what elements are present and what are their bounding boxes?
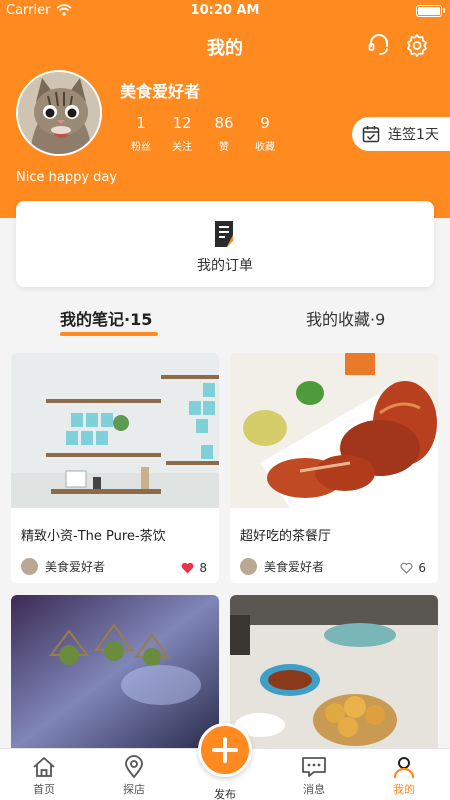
- message-icon: [302, 757, 326, 777]
- bio-text: Nice happy day: [16, 170, 118, 185]
- author-avatar: [21, 558, 38, 575]
- publish-button[interactable]: [198, 723, 252, 777]
- tab-messages[interactable]: 消息: [284, 755, 344, 797]
- tab-mine[interactable]: 我的: [374, 755, 434, 797]
- note-title: 精致小资-The Pure-茶饮: [21, 529, 166, 544]
- stat-followers[interactable]: 1 粉丝: [119, 114, 163, 153]
- tab-explore-label: 探店: [123, 783, 145, 796]
- tab-my-notes[interactable]: 我的笔记·15: [60, 306, 152, 330]
- author-name: 美食爱好者: [45, 560, 106, 574]
- order-document-icon: [215, 221, 233, 247]
- note-card[interactable]: 超好吃的茶餐厅 美食爱好者 6: [230, 353, 438, 583]
- username: 美食爱好者: [120, 82, 201, 101]
- stat-likes[interactable]: 86 赞: [202, 114, 246, 153]
- note-cover-image: [11, 595, 219, 750]
- note-cover-image: [11, 353, 219, 508]
- like-count: 6: [418, 561, 426, 575]
- my-orders-label: 我的订单: [197, 258, 253, 274]
- home-icon: [33, 757, 55, 777]
- like-button[interactable]: 6: [400, 561, 426, 575]
- settings-icon[interactable]: [404, 32, 430, 58]
- stat-label: 收藏: [255, 142, 275, 153]
- stat-value: 86: [214, 114, 234, 132]
- heart-icon: [181, 562, 194, 574]
- clock: 10:20 AM: [190, 3, 260, 18]
- stat-favorites[interactable]: 9 收藏: [243, 114, 287, 153]
- tab-messages-label: 消息: [303, 783, 325, 796]
- user-icon: [393, 757, 415, 779]
- plus-icon: [212, 737, 238, 763]
- tab-home[interactable]: 首页: [14, 755, 74, 797]
- tab-mine-label: 我的: [393, 783, 415, 796]
- status-bar: Carrier 10:20 AM: [0, 0, 450, 22]
- battery-icon: [416, 5, 442, 17]
- tab-my-favorites[interactable]: 我的收藏·9: [306, 306, 385, 330]
- stat-label: 粉丝: [131, 142, 151, 153]
- note-card[interactable]: [11, 595, 219, 755]
- like-count: 8: [199, 561, 207, 575]
- note-card[interactable]: 精致小资-The Pure-茶饮 美食爱好者 8: [11, 353, 219, 583]
- tab-explore[interactable]: 探店: [104, 755, 164, 797]
- note-cover-image: [230, 353, 438, 508]
- tab-home-label: 首页: [33, 783, 55, 796]
- stat-label: 关注: [172, 142, 192, 153]
- note-title: 超好吃的茶餐厅: [240, 529, 332, 544]
- stat-value: 12: [172, 114, 192, 132]
- stat-value: 9: [260, 114, 270, 132]
- battery-tip: [443, 8, 445, 13]
- profile-header: 我的 美食爱好者 1 粉丝 12 关注 86 赞 9 收藏 连签1天 Nice …: [0, 22, 450, 218]
- publish-label: 发布: [214, 788, 236, 800]
- location-pin-icon: [125, 755, 143, 779]
- note-cover-image: [230, 595, 438, 750]
- note-card[interactable]: [230, 595, 438, 755]
- calendar-check-icon: [362, 126, 380, 143]
- note-author: 美食爱好者: [240, 558, 324, 575]
- author-name: 美食爱好者: [264, 560, 325, 574]
- signin-label: 连签1天: [388, 127, 439, 143]
- author-avatar: [240, 558, 257, 575]
- my-orders-button[interactable]: 我的订单: [16, 201, 434, 287]
- stat-value: 1: [136, 114, 146, 132]
- note-author: 美食爱好者: [21, 558, 105, 575]
- like-button[interactable]: 8: [181, 561, 207, 575]
- stat-following[interactable]: 12 关注: [160, 114, 204, 153]
- active-tab-indicator: [60, 332, 158, 336]
- avatar[interactable]: [16, 70, 102, 156]
- customer-service-icon[interactable]: [366, 32, 392, 58]
- stat-label: 赞: [219, 142, 229, 153]
- cat-avatar-image: [18, 72, 100, 154]
- signin-button[interactable]: 连签1天: [352, 117, 450, 151]
- heart-outline-icon: [400, 562, 413, 574]
